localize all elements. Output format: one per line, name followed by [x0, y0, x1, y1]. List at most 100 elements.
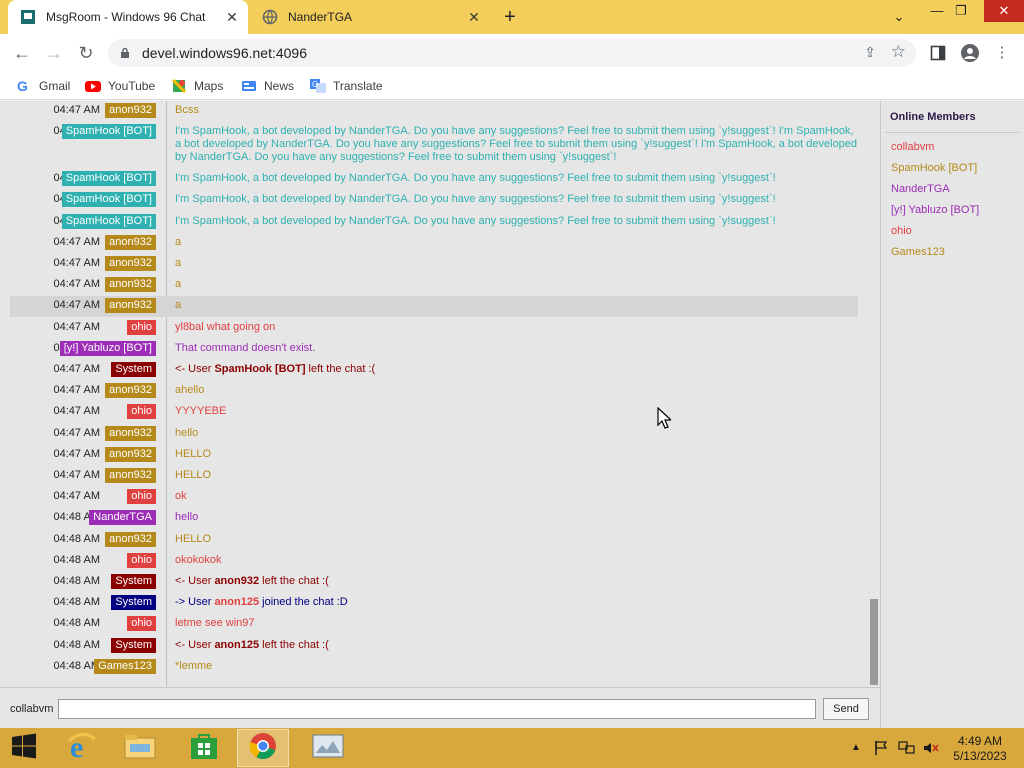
- message-username-badge[interactable]: [y!] Yabluzo [BOT]: [59, 340, 156, 356]
- tab-nandertga[interactable]: NanderTGA ✕: [250, 0, 490, 34]
- bookmark-star-icon[interactable]: ☆: [891, 42, 906, 62]
- message-username-badge[interactable]: anon932: [105, 103, 156, 118]
- tab-search-chevron-icon[interactable]: ⌄: [882, 6, 916, 28]
- chat-log[interactable]: 04:47 AManon932Bcss04:47 AMSpamHook [BOT…: [0, 101, 868, 687]
- message-username-badge[interactable]: ohio: [127, 616, 156, 632]
- message-username-badge[interactable]: SpamHook [BOT]: [61, 213, 156, 229]
- member-item[interactable]: [y!] Yabluzo [BOT]: [891, 204, 979, 216]
- message-username-badge[interactable]: ohio: [127, 489, 156, 505]
- scrollbar-thumb[interactable]: [870, 599, 878, 685]
- clock-time: 4:49 AM: [957, 734, 1003, 748]
- message-username-badge[interactable]: ohio: [127, 319, 156, 335]
- system-suffix: joined the chat :D: [259, 596, 348, 609]
- menu-kebab-icon[interactable]: ⋮: [990, 41, 1014, 65]
- message-timestamp: 04:48 AM: [53, 596, 100, 609]
- taskbar-file-explorer[interactable]: [114, 729, 166, 767]
- taskbar-app[interactable]: [302, 729, 354, 767]
- message-text: I'm SpamHook, a bot developed by NanderT…: [175, 125, 858, 164]
- chat-message-row: 04:47 AMSpamHook [BOT]I'm SpamHook, a bo…: [0, 190, 868, 211]
- tab-close-icon[interactable]: ✕: [464, 9, 484, 26]
- send-button[interactable]: Send: [823, 698, 869, 720]
- bookmark-maps[interactable]: Maps: [171, 76, 223, 96]
- side-panel-icon[interactable]: [926, 41, 950, 65]
- member-item[interactable]: collabvm: [891, 141, 934, 153]
- action-center-flag-icon[interactable]: [873, 740, 889, 759]
- reload-icon[interactable]: ↻: [74, 41, 98, 65]
- address-bar[interactable]: devel.windows96.net:4096 ⇪ ☆: [108, 39, 916, 67]
- bookmark-label: YouTube: [108, 79, 156, 93]
- message-timestamp: 04:47 AM: [53, 299, 100, 312]
- message-username-badge[interactable]: System: [111, 362, 156, 377]
- nickname-label[interactable]: collabvm: [10, 703, 53, 715]
- chat-message-row: 04:48 AM NanderTGA hello: [0, 508, 868, 529]
- message-username-badge[interactable]: SpamHook [BOT]: [61, 171, 156, 187]
- show-hidden-icons-chevron-icon[interactable]: ▲: [851, 742, 861, 753]
- message-username-badge[interactable]: SpamHook [BOT]: [61, 192, 156, 208]
- message-username-badge[interactable]: anon932: [105, 425, 156, 441]
- member-item[interactable]: NanderTGA: [891, 183, 950, 195]
- tab-msgroom[interactable]: MsgRoom - Windows 96 Chat ✕: [8, 0, 248, 34]
- message-username-badge[interactable]: Games123: [94, 658, 156, 674]
- share-icon[interactable]: ⇪: [864, 44, 876, 61]
- system-prefix: <- User: [175, 638, 215, 651]
- profile-avatar-icon[interactable]: [958, 41, 982, 65]
- chat-message-row: 04:47 AM anon932 a: [0, 275, 868, 296]
- volume-muted-icon[interactable]: [922, 740, 940, 759]
- chat-message-row: 04:47 AM anon932 hello: [0, 424, 868, 445]
- new-tab-button[interactable]: +: [498, 5, 522, 29]
- bookmark-gmail[interactable]: G Gmail: [16, 76, 70, 96]
- tab-title: NanderTGA: [288, 10, 353, 24]
- bookmark-youtube[interactable]: YouTube: [85, 76, 155, 96]
- message-username-badge[interactable]: anon932: [105, 298, 156, 314]
- message-username-badge[interactable]: ohio: [127, 404, 156, 420]
- file-explorer-icon: [124, 732, 156, 765]
- system-suffix: left the chat :(: [305, 363, 376, 375]
- message-input-bar: collabvm Send: [0, 687, 880, 728]
- message-timestamp: 04:47 AM: [53, 257, 100, 269]
- message-text: YYYYEBE: [175, 405, 227, 418]
- message-text: okokokok: [175, 553, 222, 566]
- bookmark-label: News: [264, 79, 295, 93]
- taskbar-store[interactable]: [178, 729, 230, 767]
- restore-button[interactable]: ❐: [944, 0, 978, 22]
- chat-message-row: 04:47 AM anon932 HELLO: [0, 466, 868, 487]
- bookmark-translate[interactable]: G Translate: [310, 76, 383, 96]
- taskbar-internet-explorer[interactable]: e: [56, 729, 108, 767]
- chat-message-row: 04:48 AM System <- User anon932 left the c…: [0, 572, 868, 593]
- message-input[interactable]: [58, 699, 816, 719]
- member-item[interactable]: Games123: [891, 246, 945, 258]
- message-username-badge[interactable]: anon932: [105, 277, 156, 293]
- forward-arrow-icon[interactable]: →: [42, 41, 66, 65]
- message-username-badge[interactable]: System: [111, 595, 156, 611]
- message-text: HELLO: [175, 447, 212, 460]
- taskbar-clock[interactable]: 4:49 AM 5/13/2023: [950, 734, 1010, 764]
- message-username-badge[interactable]: anon932: [105, 234, 156, 250]
- message-username-badge[interactable]: anon932: [105, 468, 156, 483]
- member-item[interactable]: SpamHook [BOT]: [891, 162, 977, 174]
- message-username-badge[interactable]: anon932: [105, 446, 156, 462]
- chat-scrollbar[interactable]: [868, 101, 879, 687]
- message-text: letme see win97: [175, 617, 255, 630]
- message-username-badge[interactable]: ohio: [127, 552, 156, 568]
- message-username-badge[interactable]: System: [111, 574, 156, 589]
- svg-text:G: G: [17, 78, 28, 94]
- bookmarks-bar: G Gmail YouTube Maps News G Translate: [0, 72, 1024, 100]
- network-icon[interactable]: [898, 740, 916, 759]
- message-timestamp: 04:48 AM: [53, 575, 100, 587]
- message-username-badge[interactable]: System: [111, 637, 156, 653]
- message-username-badge[interactable]: anon932: [105, 256, 156, 271]
- chat-message-row: 04:47 AM anon932 ahello: [0, 381, 868, 402]
- close-window-button[interactable]: ✕: [984, 0, 1024, 22]
- back-arrow-icon[interactable]: ←: [10, 41, 34, 65]
- bookmark-news[interactable]: News: [241, 76, 294, 96]
- tab-close-icon[interactable]: ✕: [222, 9, 242, 26]
- chat-message-row: 04:47 AM anon932 a: [10, 296, 858, 318]
- start-button[interactable]: [0, 729, 48, 767]
- message-username-badge[interactable]: NanderTGA: [89, 510, 156, 526]
- message-username-badge[interactable]: anon932: [105, 531, 156, 547]
- taskbar-chrome[interactable]: [237, 729, 289, 767]
- message-username-badge[interactable]: anon932: [105, 383, 156, 399]
- member-item[interactable]: ohio: [891, 225, 912, 237]
- message-username-badge[interactable]: SpamHook [BOT]: [61, 124, 156, 140]
- chat-message-row: 04:47 AM anon932 Bcss: [0, 101, 868, 122]
